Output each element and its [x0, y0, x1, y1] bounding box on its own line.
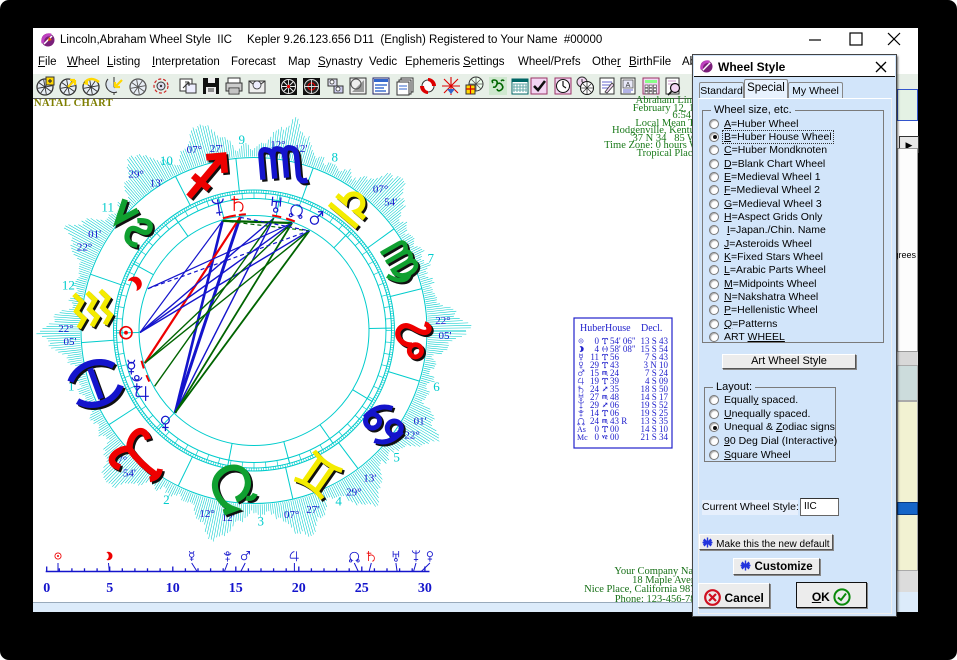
svg-text:25: 25	[355, 581, 369, 596]
svg-text:20: 20	[292, 581, 306, 596]
svg-text:0: 0	[595, 432, 600, 442]
svg-text:HuberHouse: HuberHouse	[580, 323, 631, 334]
svg-text:Decl.: Decl.	[641, 323, 662, 334]
svg-text:00: 00	[610, 432, 620, 442]
svg-text:5: 5	[106, 581, 113, 596]
svg-text:21 S 34: 21 S 34	[640, 432, 668, 442]
svg-text:30: 30	[418, 581, 432, 596]
svg-text:Mc: Mc	[577, 433, 588, 442]
svg-text:15: 15	[229, 581, 243, 596]
svg-text:10: 10	[166, 581, 180, 596]
svg-text:0: 0	[43, 581, 50, 596]
